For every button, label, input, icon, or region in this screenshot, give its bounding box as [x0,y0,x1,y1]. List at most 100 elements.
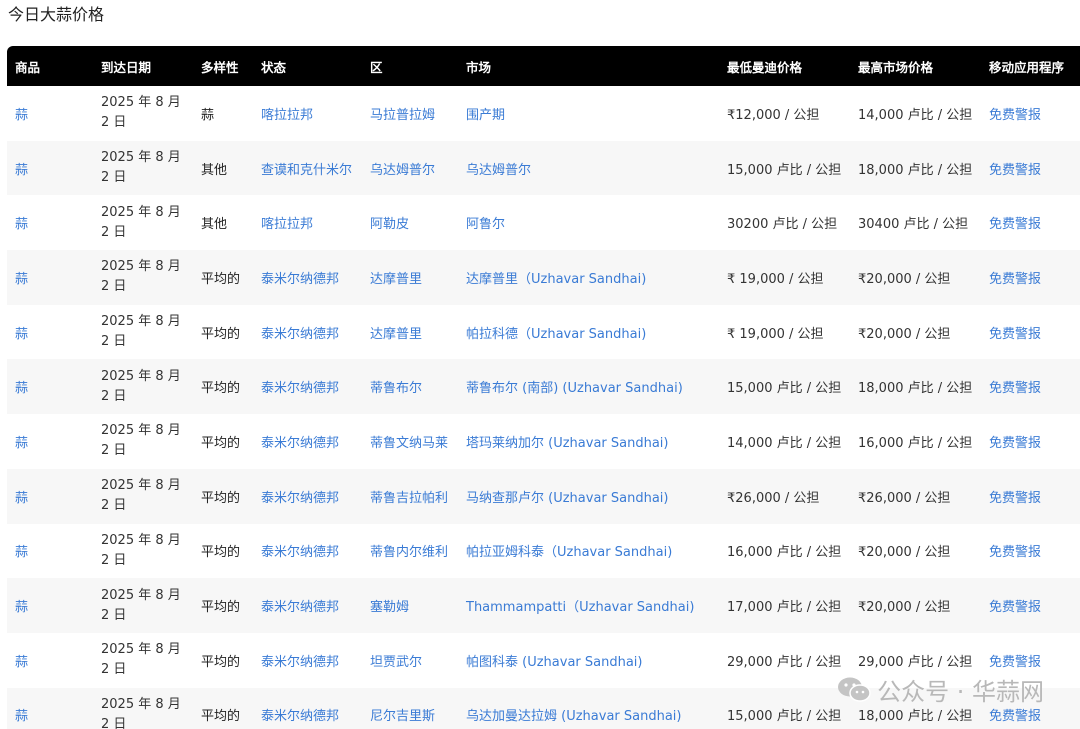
cell-variety: 平均的 [193,250,253,305]
cell-arrival-date: 2025 年 8 月 2 日 [93,687,193,729]
cell-district[interactable]: 蒂鲁布尔 [362,359,458,415]
cell-max-price: 30400 卢比 / 公担 [858,217,969,233]
cell-free-alert-link[interactable]: 免费警报 [981,524,1080,579]
cell-commodity[interactable]: 蒜 [7,359,93,415]
cell-free-alert-link[interactable]: 免费警报 [981,414,1080,469]
cell-district[interactable]: 蒂鲁内尔维利 [362,524,458,579]
cell-commodity[interactable]: 蒜 [7,195,93,250]
cell-min-price: ₹12,000 / 公担 [727,107,820,123]
cell-free-alert-link[interactable]: 免费警报 [981,250,1080,305]
cell-arrival-date: 2025 年 8 月 2 日 [101,314,181,350]
cell-max-price: 29,000 卢比 / 公担 [858,654,973,670]
cell-min-price: 16,000 卢比 / 公担 [727,545,842,561]
cell-max-price: ₹26,000 / 公担 [850,468,981,524]
cell-free-alert-link[interactable]: 免费警报 [981,687,1080,729]
cell-arrival-date: 2025 年 8 月 2 日 [93,359,193,415]
cell-free-alert-link[interactable]: 免费警报 [981,633,1080,688]
table-row: 蒜 2025 年 8 月 2 日 平均的 泰米尔纳德邦 达摩普里 帕拉科德（Uzhavar… [7,305,1080,360]
cell-free-alert-link[interactable]: 免费警报 [981,195,1080,250]
cell-state[interactable]: 泰米尔纳德邦 [253,687,362,729]
cell-district[interactable]: 乌达姆普尔 [362,140,458,196]
cell-commodity[interactable]: 蒜 [7,687,93,729]
cell-arrival-date: 2025 年 8 月 2 日 [93,578,193,633]
cell-commodity[interactable]: 蒜 [7,633,93,688]
table-row: 蒜 2025 年 8 月 2 日平均的 泰米尔纳德邦 蒂鲁布尔 蒂鲁布尔 (南部) (U… [7,359,1080,415]
cell-state[interactable]: 喀拉拉邦 [253,195,362,250]
cell-state[interactable]: 泰米尔纳德邦 [253,305,362,360]
cell-market[interactable]: Thammampatti（Uzhavar Sandhai) [458,578,719,633]
cell-state[interactable]: 泰米尔纳德邦 [253,359,362,415]
cell-max-price: 16,000 卢比 / 公担 [858,435,973,451]
header-commodity: 商品 [7,46,93,86]
cell-variety: 平均的 [193,687,253,729]
cell-max-price: 18,000 卢比 / 公担 [850,140,981,196]
cell-free-alert-link[interactable]: 免费警报 [981,468,1080,524]
cell-state[interactable]: 查谟和克什米尔 [253,140,362,196]
cell-commodity[interactable]: 蒜 [7,578,93,633]
cell-commodity[interactable]: 蒜 [7,468,93,524]
cell-variety: 其他 [201,217,228,233]
cell-district[interactable]: 蒂鲁吉拉帕利 [362,468,458,524]
cell-min-price: 15,000 卢比 / 公担 [719,359,850,415]
header-market: 市场 [458,46,719,86]
cell-district[interactable]: 阿勒皮 [362,195,458,250]
header-min-price: 最低曼迪价格 [719,46,850,86]
cell-arrival-date: 2025 年 8 月 2 日 [93,140,193,196]
cell-commodity[interactable]: 蒜 [7,305,93,360]
cell-state[interactable]: 喀拉拉邦 [253,86,362,141]
cell-district[interactable]: 蒂鲁文纳马莱 [362,414,458,469]
cell-market[interactable]: 蒂鲁布尔 (南部) (Uzhavar Sandhai) [458,359,719,415]
cell-district[interactable]: 尼尔吉里斯 [362,687,458,729]
table-row: 蒜 2025 年 8 月 2 日平均的 泰米尔纳德邦 尼尔吉里斯 乌达加曼达拉姆 (Uz… [7,687,1080,729]
cell-state[interactable]: 泰米尔纳德邦 [253,578,362,633]
cell-commodity[interactable]: 蒜 [7,250,93,305]
cell-market[interactable]: 阿鲁尔 [458,195,719,250]
cell-state[interactable]: 泰米尔纳德邦 [253,414,362,469]
cell-free-alert-link[interactable]: 免费警报 [981,86,1080,141]
cell-free-alert-link[interactable]: 免费警报 [981,359,1080,415]
cell-free-alert-link[interactable]: 免费警报 [981,578,1080,633]
cell-market[interactable]: 马纳查那卢尔 (Uzhavar Sandhai) [458,468,719,524]
cell-market[interactable]: 塔玛莱纳加尔 (Uzhavar Sandhai) [458,414,719,469]
cell-state[interactable]: 泰米尔纳德邦 [253,468,362,524]
header-mobile-app: 移动应用程序 [981,46,1080,86]
cell-market[interactable]: 围产期 [458,86,719,141]
cell-market[interactable]: 乌达加曼达拉姆 (Uzhavar Sandhai) [458,687,719,729]
cell-arrival-date: 2025 年 8 月 2 日 [101,532,181,568]
price-table: 商品 到达日期 多样性 状态 区 市场 最低曼迪价格 最高市场价格 移动应用程序… [7,46,1080,729]
cell-commodity[interactable]: 蒜 [7,414,93,469]
cell-state[interactable]: 泰米尔纳德邦 [253,524,362,579]
cell-free-alert-link[interactable]: 免费警报 [981,305,1080,360]
header-max-price: 最高市场价格 [850,46,981,86]
cell-market[interactable]: 帕图科泰 (Uzhavar Sandhai) [458,633,719,688]
header-district: 区 [362,46,458,86]
cell-district[interactable]: 塞勒姆 [362,578,458,633]
cell-commodity[interactable]: 蒜 [7,140,93,196]
cell-commodity[interactable]: 蒜 [7,524,93,579]
table-row: 蒜 2025 年 8 月 2 日 其他 喀拉拉邦 阿勒皮 阿鲁尔 30200 卢比 / 公担… [7,195,1080,250]
cell-variety: 平均的 [193,359,253,415]
cell-max-price: 18,000 卢比 / 公担 [850,687,981,729]
cell-variety: 平均的 [201,326,241,342]
cell-market[interactable]: 帕拉科德（Uzhavar Sandhai) [458,305,719,360]
cell-max-price: ₹20,000 / 公担 [858,545,951,561]
cell-district[interactable]: 马拉普拉姆 [362,86,458,141]
cell-min-price: ₹ 19,000 / 公担 [727,326,824,342]
cell-market[interactable]: 帕拉亚姆科泰（Uzhavar Sandhai) [458,524,719,579]
cell-state[interactable]: 泰米尔纳德邦 [253,633,362,688]
cell-market[interactable]: 达摩普里（Uzhavar Sandhai) [458,250,719,305]
table-row: 蒜 2025 年 8 月 2 日 平均的 泰米尔纳德邦 坦贾武尔 帕图科泰 (Uzhava… [7,633,1080,688]
cell-district[interactable]: 坦贾武尔 [362,633,458,688]
page-title: 今日大蒜价格 [8,5,105,24]
cell-variety: 蒜 [201,107,215,123]
cell-max-price: 14,000 卢比 / 公担 [858,107,973,123]
cell-variety: 平均的 [193,578,253,633]
cell-district[interactable]: 达摩普里 [362,250,458,305]
cell-state[interactable]: 泰米尔纳德邦 [253,250,362,305]
cell-district[interactable]: 达摩普里 [362,305,458,360]
cell-max-price: ₹20,000 / 公担 [850,578,981,633]
cell-market[interactable]: 乌达姆普尔 [458,140,719,196]
cell-free-alert-link[interactable]: 免费警报 [981,140,1080,196]
cell-min-price: 15,000 卢比 / 公担 [719,687,850,729]
cell-commodity[interactable]: 蒜 [7,86,93,141]
